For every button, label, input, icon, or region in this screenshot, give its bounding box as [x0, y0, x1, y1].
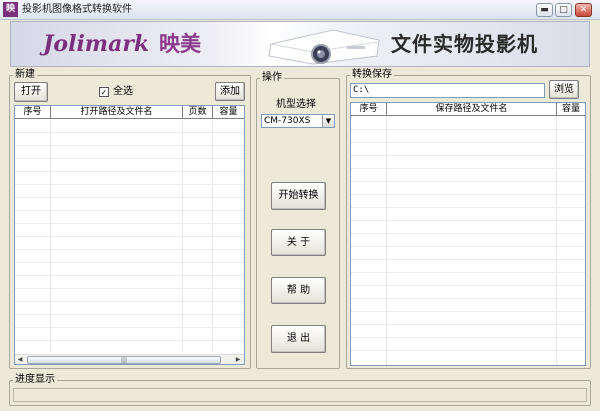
grid-line	[351, 272, 585, 273]
grid-line	[351, 181, 585, 182]
grid-line	[351, 324, 585, 325]
grid-line	[15, 288, 244, 289]
grid-line	[15, 197, 244, 198]
grid-line	[351, 142, 585, 143]
exit-button[interactable]: 退 出	[271, 325, 326, 353]
maximize-button[interactable]: □	[555, 3, 572, 17]
model-select-label: 机型选择	[276, 99, 316, 110]
window-title: 投影机图像格式转换软件	[22, 4, 132, 15]
operations-legend: 操作	[260, 72, 284, 84]
grid-line	[15, 184, 244, 185]
add-button[interactable]: 添加	[215, 82, 245, 101]
projector-icon	[268, 29, 380, 65]
brand-logo: Jolimark	[43, 31, 150, 57]
source-list-header: 序号 打开路径及文件名 页数 容量	[15, 106, 244, 119]
col-header-size[interactable]: 容量	[213, 106, 244, 119]
model-select[interactable]: CM-730XS ▼	[261, 114, 335, 128]
grid-line	[15, 262, 244, 263]
grid-line	[351, 129, 585, 130]
grid-line	[351, 194, 585, 195]
col-header-index[interactable]: 序号	[15, 106, 51, 119]
grid-line	[351, 285, 585, 286]
start-convert-button[interactable]: 开始转换	[271, 182, 326, 210]
grid-line	[556, 116, 557, 365]
brand-cn-logo: 映美	[159, 32, 201, 56]
banner: Jolimark 映美 文件实物投影机	[10, 21, 590, 67]
open-button[interactable]: 打开	[14, 82, 48, 102]
col-header-out-size[interactable]: 容量	[557, 103, 585, 116]
progress-bar	[13, 388, 587, 402]
output-file-list[interactable]: 序号 保存路径及文件名 容量	[350, 102, 586, 366]
select-all-checkbox[interactable]: ✓	[99, 87, 109, 97]
grid-line	[351, 168, 585, 169]
grid-line	[351, 337, 585, 338]
banner-slogan: 文件实物投影机	[391, 32, 538, 56]
col-header-out-index[interactable]: 序号	[351, 103, 387, 116]
grid-line	[351, 246, 585, 247]
grid-line	[351, 155, 585, 156]
progress-legend: 进度显示	[13, 374, 57, 386]
source-file-list[interactable]: 序号 打开路径及文件名 页数 容量 ◀ ||| ▶	[14, 105, 245, 365]
grid-line	[351, 350, 585, 351]
grid-line	[351, 220, 585, 221]
scroll-thumb[interactable]: |||	[27, 356, 221, 364]
source-list-hscrollbar[interactable]: ◀ ||| ▶	[15, 354, 244, 364]
grid-line	[15, 171, 244, 172]
grid-line	[351, 298, 585, 299]
grid-line	[15, 249, 244, 250]
minimize-button[interactable]: ▬	[536, 3, 553, 17]
model-select-value: CM-730XS	[264, 116, 311, 126]
grid-line	[15, 236, 244, 237]
browse-button[interactable]: 浏览	[549, 80, 579, 99]
scroll-left-icon[interactable]: ◀	[15, 355, 25, 364]
grid-line	[15, 145, 244, 146]
col-header-open-path[interactable]: 打开路径及文件名	[51, 106, 183, 119]
grid-line	[15, 314, 244, 315]
select-all-label: 全选	[113, 86, 133, 97]
grid-line	[15, 327, 244, 328]
grid-line	[351, 259, 585, 260]
scroll-right-icon[interactable]: ▶	[233, 355, 243, 364]
grid-line	[351, 311, 585, 312]
help-button[interactable]: 帮 助	[271, 277, 326, 304]
output-list-header: 序号 保存路径及文件名 容量	[351, 103, 585, 116]
about-button[interactable]: 关 于	[271, 229, 326, 256]
grid-line	[15, 210, 244, 211]
app-icon: 映	[3, 2, 18, 17]
grid-line	[351, 207, 585, 208]
new-files-legend: 新建	[13, 69, 37, 81]
grid-line	[15, 132, 244, 133]
save-path-field[interactable]: C:\	[350, 83, 545, 98]
grid-line	[15, 275, 244, 276]
chevron-down-icon[interactable]: ▼	[322, 115, 334, 127]
grid-line	[15, 340, 244, 341]
col-header-save-path[interactable]: 保存路径及文件名	[387, 103, 557, 116]
grid-line	[15, 223, 244, 224]
grid-line	[351, 233, 585, 234]
col-header-pages[interactable]: 页数	[183, 106, 213, 119]
close-button[interactable]: ✕	[575, 3, 592, 17]
grid-line	[386, 116, 387, 365]
grid-line	[15, 158, 244, 159]
save-legend: 转换保存	[350, 69, 394, 81]
grid-line	[15, 301, 244, 302]
